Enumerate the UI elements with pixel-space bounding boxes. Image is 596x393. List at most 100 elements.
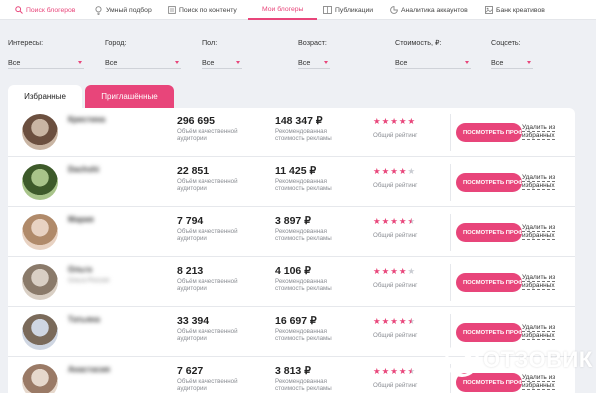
price-value: 4 106 ₽: [275, 265, 311, 277]
audience-value: 7 794: [177, 215, 204, 227]
audience-caption: Объём качественной аудитории: [177, 228, 238, 243]
tab-favorites[interactable]: Избранные: [8, 85, 82, 108]
filter-select[interactable]: Все: [105, 58, 181, 69]
avatar[interactable]: [22, 214, 58, 250]
filter-social-network[interactable]: Соцсеть: Все: [491, 38, 533, 69]
avatar[interactable]: [22, 114, 58, 150]
remove-from-favorites-link[interactable]: Удалить из избранных: [522, 224, 570, 240]
chevron-down-icon: [78, 61, 82, 64]
rating-stars: ★ ★ ★ ★ ★: [373, 218, 415, 227]
search-icon: [14, 6, 23, 15]
rating-caption: Общий рейтинг: [373, 332, 418, 339]
rating-caption: Общий рейтинг: [373, 232, 418, 239]
nav-item-my-bloggers[interactable]: Мои блогеры: [248, 0, 318, 20]
remove-label: Удалить из избранных: [522, 174, 556, 190]
star-icon: ★: [407, 217, 416, 227]
divider: [450, 264, 451, 301]
view-profile-button[interactable]: ПОСМОТРЕТЬ ПРОФИЛЬ: [456, 173, 522, 192]
star-icon: ★: [373, 167, 381, 177]
star-icon: ★: [398, 317, 407, 327]
avatar[interactable]: [22, 364, 58, 393]
rating-caption: Общий рейтинг: [373, 132, 418, 139]
nav-item-smart-selection[interactable]: Умный подбор: [94, 0, 152, 20]
blogger-row: Dachshi 22 851 Объём качественной аудитори…: [8, 158, 575, 207]
nav-item-creatives-bank[interactable]: Банк креативов: [484, 0, 545, 20]
rating-caption: Общий рейтинг: [373, 182, 418, 189]
remove-label: Удалить из избранных: [522, 224, 556, 240]
star-icon: ★: [373, 217, 381, 227]
blogger-subtitle: Ольга Россия: [68, 277, 110, 284]
watermark-text: ОТЗОВИК: [483, 347, 593, 372]
star-icon: ★: [390, 317, 398, 327]
star-icon: ★: [390, 217, 398, 227]
avatar[interactable]: [22, 164, 58, 200]
star-icon: ★: [381, 167, 390, 177]
content-search-icon: [167, 6, 176, 15]
nav-item-account-analytics[interactable]: Аналитика аккаунтов: [389, 0, 468, 20]
price-caption: Рекомендованная стоимость рекламы: [275, 228, 332, 243]
avatar[interactable]: [22, 314, 58, 350]
filter-value: Все: [202, 58, 215, 67]
view-profile-button[interactable]: ПОСМОТРЕТЬ ПРОФИЛЬ: [456, 323, 522, 342]
view-profile-button[interactable]: ПОСМОТРЕТЬ ПРОФИЛЬ: [456, 273, 522, 292]
price-caption: Рекомендованная стоимость рекламы: [275, 178, 332, 193]
filter-cost[interactable]: Стоимость, ₽: Все: [395, 38, 471, 69]
blogger-name[interactable]: Dachshi: [68, 165, 99, 174]
filter-select[interactable]: Все: [491, 58, 533, 69]
price-caption: Рекомендованная стоимость рекламы: [275, 378, 332, 393]
audience-value: 7 627: [177, 365, 204, 377]
star-icon: ★: [398, 267, 407, 277]
avatar[interactable]: [22, 264, 58, 300]
remove-label: Удалить из избранных: [522, 124, 556, 140]
blogger-name[interactable]: Татьяна: [68, 315, 100, 324]
filter-value: Все: [395, 58, 408, 67]
analytics-icon: [389, 6, 398, 15]
price-value: 3 813 ₽: [275, 365, 311, 377]
remove-from-favorites-link[interactable]: Удалить из избранных: [522, 124, 570, 140]
blogger-name[interactable]: Ольга: [68, 265, 92, 274]
view-profile-button[interactable]: ПОСМОТРЕТЬ ПРОФИЛЬ: [456, 223, 522, 242]
price-value: 11 425 ₽: [275, 165, 317, 177]
star-icon: ★: [373, 367, 381, 377]
nav-item-content-search[interactable]: Поиск по контенту: [167, 0, 237, 20]
remove-from-favorites-link[interactable]: Удалить из избранных: [522, 274, 570, 290]
filter-city[interactable]: Город: Все: [105, 38, 181, 69]
star-icon: ★: [381, 367, 390, 377]
filter-age[interactable]: Возраст: Все: [298, 38, 330, 69]
filter-value: Все: [105, 58, 118, 67]
tab-invited[interactable]: Приглашённые: [85, 85, 174, 108]
audience-caption: Объём качественной аудитории: [177, 378, 238, 393]
filters-bar: Интересы: Все Город: Все Пол: Все Возрас…: [0, 20, 596, 82]
filter-value: Все: [8, 58, 21, 67]
view-profile-button[interactable]: ПОСМОТРЕТЬ ПРОФИЛЬ: [456, 123, 522, 142]
chevron-down-icon: [175, 61, 179, 64]
blogger-name[interactable]: Анастасия: [68, 365, 110, 374]
nav-item-blogger-search[interactable]: Поиск блогеров: [14, 0, 75, 20]
filter-select[interactable]: Все: [202, 58, 242, 69]
audience-caption: Объём качественной аудитории: [177, 278, 238, 293]
star-icon: ★: [381, 317, 390, 327]
nav-item-label: Публикации: [335, 6, 374, 14]
filter-select[interactable]: Все: [8, 58, 84, 69]
blogger-name[interactable]: Кристина: [68, 115, 105, 124]
nav-item-label: Поиск по контенту: [179, 6, 237, 14]
nav-item-publications[interactable]: Публикации: [323, 0, 373, 20]
star-icon: ★: [407, 267, 416, 277]
nav-item-label: Поиск блогеров: [26, 6, 76, 14]
audience-value: 296 695: [177, 115, 215, 127]
star-icon: ★: [398, 217, 407, 227]
creatives-icon: [484, 6, 493, 15]
star-icon: ★: [381, 117, 390, 127]
chevron-down-icon: [527, 61, 531, 64]
filter-gender[interactable]: Пол: Все: [202, 38, 242, 69]
filter-interests[interactable]: Интересы: Все: [8, 38, 84, 69]
price-value: 3 897 ₽: [275, 215, 311, 227]
remove-label: Удалить из избранных: [522, 324, 556, 340]
rating-stars: ★ ★ ★ ★ ★: [373, 368, 415, 377]
remove-from-favorites-link[interactable]: Удалить из избранных: [522, 174, 570, 190]
filter-select[interactable]: Все: [298, 58, 330, 69]
blogger-name[interactable]: Мария: [68, 215, 94, 224]
filter-select[interactable]: Все: [395, 58, 471, 69]
rating-stars: ★ ★ ★ ★ ★: [373, 118, 415, 127]
remove-from-favorites-link[interactable]: Удалить из избранных: [522, 324, 570, 340]
